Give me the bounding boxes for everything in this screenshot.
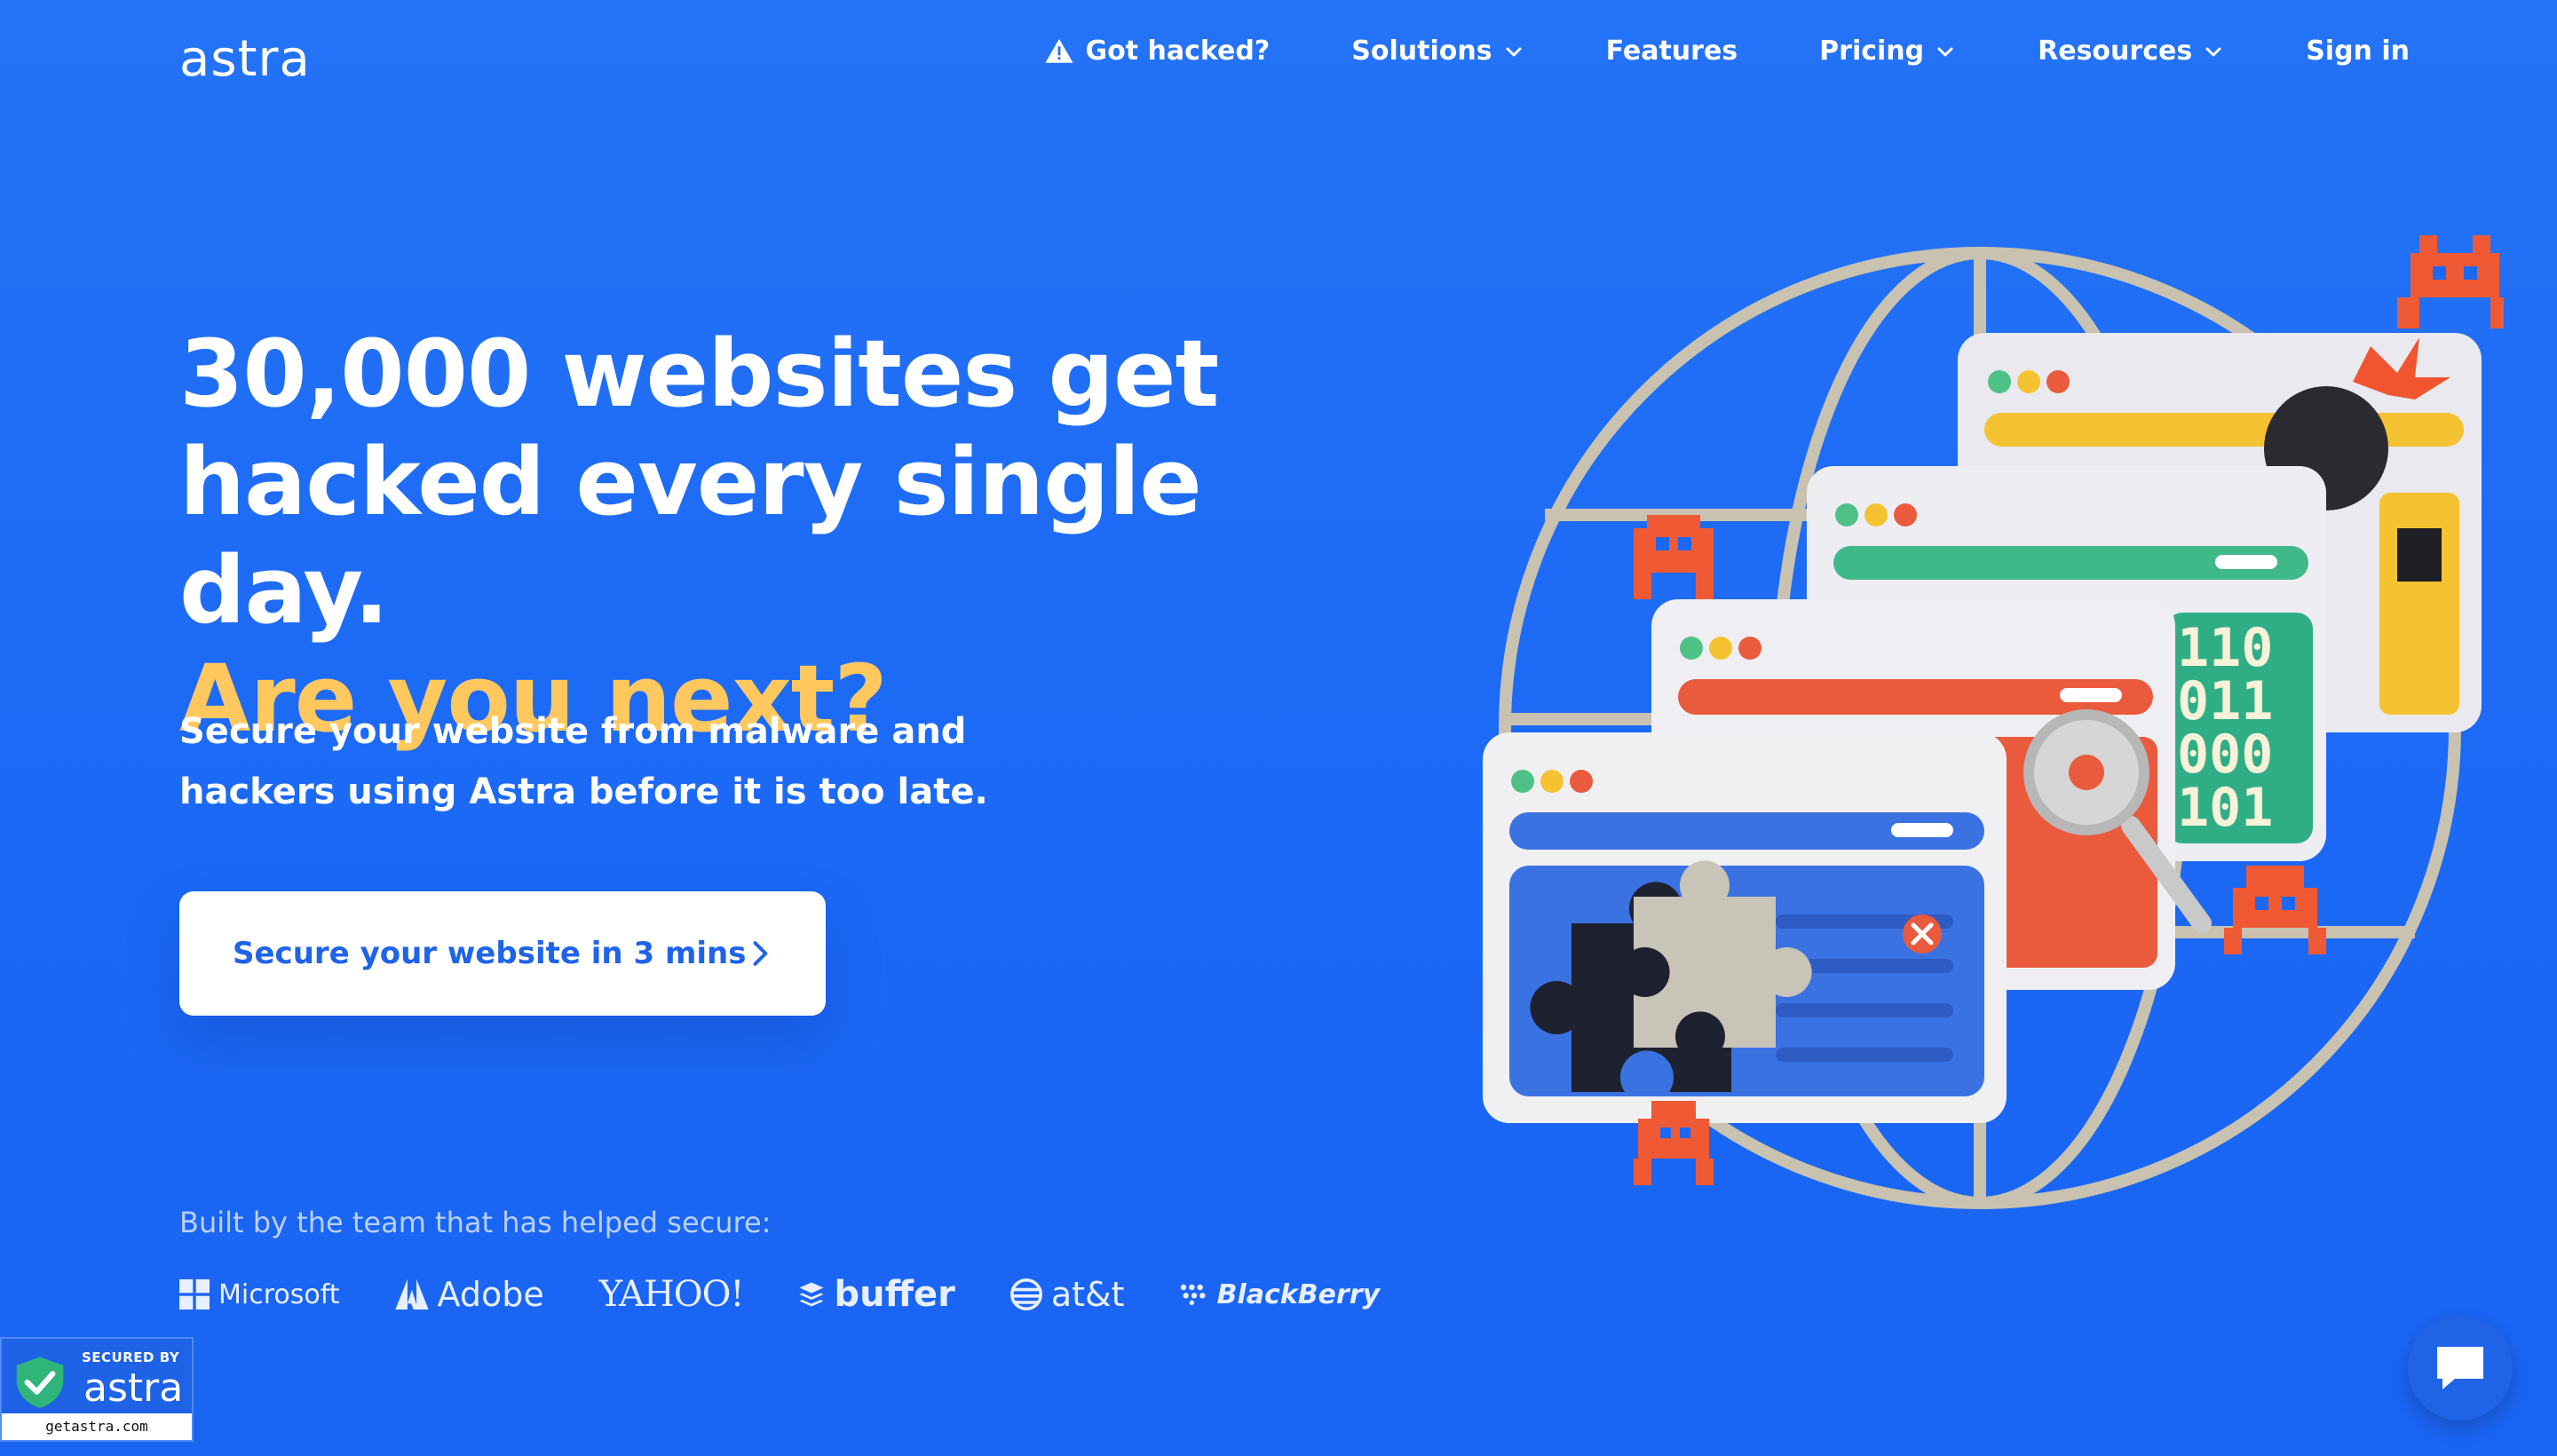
chevron-down-icon [2205, 47, 2221, 56]
bug-icon [1634, 515, 1714, 599]
microsoft-logo-text: Microsoft [218, 1278, 340, 1310]
top-nav: astra Got hacked? Solutions Features Pri… [0, 0, 2557, 115]
trusted-logos: Microsoft Adobe YAHOO! buffer at&t Black… [179, 1274, 1435, 1315]
badge-url: getastra.com [2, 1413, 192, 1440]
chevron-right-icon [754, 941, 768, 966]
bug-icon [2397, 235, 2504, 328]
cta-label: Secure your website in 3 mins [233, 936, 747, 971]
chevron-down-icon [1506, 47, 1522, 56]
windows-icon [179, 1279, 210, 1310]
nav-features-label: Features [1605, 36, 1738, 67]
buffer-logo-text: buffer [834, 1274, 955, 1315]
badge-astra: astra [83, 1365, 184, 1411]
blackberry-logo-text: BlackBerry [1216, 1278, 1381, 1310]
nav-got-hacked-label: Got hacked? [1085, 36, 1271, 67]
buffer-logo: buffer [798, 1274, 955, 1315]
nav-solutions[interactable]: Solutions [1351, 36, 1524, 67]
trusted-caption: Built by the team that has helped secure… [179, 1206, 772, 1239]
secure-website-button[interactable]: Secure your website in 3 mins [179, 891, 826, 1016]
hero-title-line2: hacked every single day. [179, 428, 1202, 645]
yahoo-logo-text: YAHOO! [598, 1274, 745, 1315]
nav-solutions-label: Solutions [1351, 36, 1492, 67]
nav-pricing-label: Pricing [1819, 36, 1925, 67]
nav-resources-label: Resources [2038, 36, 2193, 67]
astra-logo[interactable]: astra [179, 30, 311, 88]
binary-code: 110 011 000 101 [2177, 617, 2273, 839]
nav-got-hacked[interactable]: Got hacked? [1044, 36, 1270, 67]
hero-title: 30,000 websites get hacked every single … [179, 320, 1422, 753]
nav-sign-in-label: Sign in [2306, 36, 2410, 67]
hero-subtitle-line2: hackers using Astra before it is too lat… [179, 772, 988, 812]
chat-bubble-icon [2437, 1347, 2483, 1389]
page: astra Got hacked? Solutions Features Pri… [0, 0, 2557, 1456]
warning-icon [1045, 38, 1074, 63]
microsoft-logo: Microsoft [179, 1279, 340, 1310]
chat-button[interactable] [2408, 1316, 2513, 1420]
blackberry-icon [1180, 1284, 1206, 1305]
att-globe-icon [1009, 1278, 1042, 1310]
shield-check-icon [16, 1357, 64, 1408]
bug-icon [2224, 866, 2326, 954]
nav-features[interactable]: Features [1606, 36, 1738, 67]
security-illustration: 110 011 000 101 [1483, 235, 2504, 1209]
blackberry-logo: BlackBerry [1180, 1278, 1381, 1310]
hero-title-line1: 30,000 websites get [179, 320, 1219, 428]
nav-pricing[interactable]: Pricing [1819, 36, 1956, 67]
binary-row-4: 101 [2177, 777, 2273, 839]
adobe-logo: Adobe [394, 1275, 544, 1314]
adobe-logo-text: Adobe [437, 1275, 544, 1314]
att-logo-text: at&t [1050, 1275, 1125, 1314]
adobe-icon [394, 1279, 429, 1310]
badge-secured-by: SECURED BY [82, 1349, 180, 1365]
yahoo-logo: YAHOO! [598, 1274, 745, 1315]
nav-resources[interactable]: Resources [2038, 36, 2224, 67]
hero-subtitle-line1: Secure your website from malware and [179, 711, 967, 752]
secured-by-astra-badge[interactable]: SECURED BY astra getastra.com [0, 1337, 194, 1442]
chevron-down-icon [1937, 47, 1953, 56]
nav-sign-in[interactable]: Sign in [2306, 36, 2410, 67]
att-logo: at&t [1009, 1275, 1125, 1314]
hero-subtitle: Secure your website from malware and hac… [179, 701, 1067, 822]
buffer-icon [799, 1282, 824, 1307]
nav-menu: Got hacked? Solutions Features Pricing R… [1044, 36, 2410, 67]
